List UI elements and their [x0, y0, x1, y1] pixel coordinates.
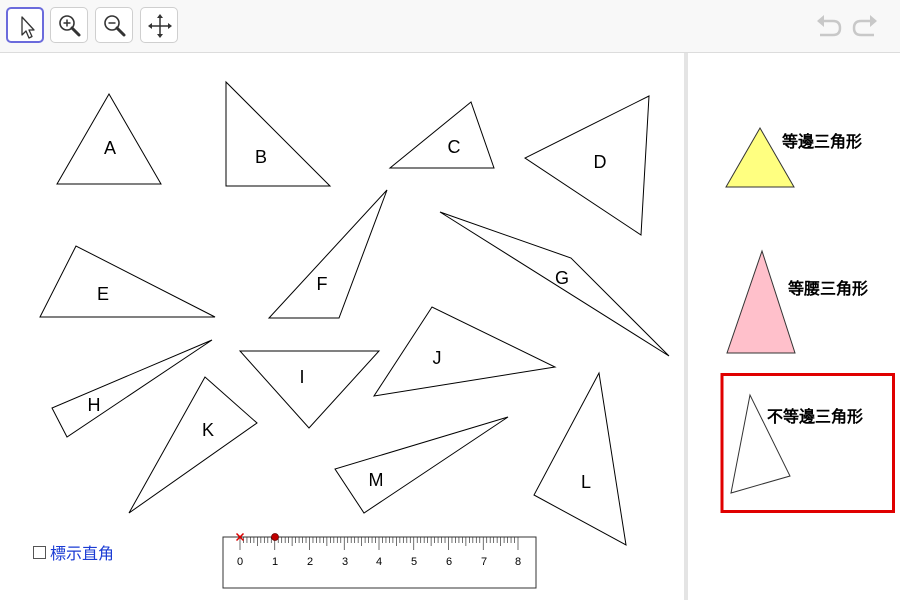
- isosceles-sample-triangle: [726, 249, 796, 354]
- ruler-tick-5: 5: [411, 556, 417, 568]
- triangle-label-I: I: [299, 367, 304, 387]
- ruler-tick-2: 2: [307, 556, 313, 568]
- move-view-button[interactable]: [140, 7, 178, 43]
- ruler-tick-8: 8: [515, 556, 521, 568]
- ruler-tick-0: 0: [237, 556, 243, 568]
- triangle-C[interactable]: [388, 101, 495, 169]
- category-canvas: 等邊三角形 等腰三角形 不等邊三角形: [720, 126, 895, 513]
- ruler-tick-1: 1: [272, 556, 278, 568]
- triangles-canvas: A B C D E F G H I J K L M 0 1 2 3 4 5 6 …: [39, 80, 670, 589]
- zoom-out-icon: [104, 15, 126, 37]
- ruler[interactable]: 0 1 2 3 4 5 6 7 8: [222, 532, 537, 589]
- move-tool-button[interactable]: [6, 7, 44, 43]
- triangle-L[interactable]: [533, 371, 627, 546]
- triangle-label-H: H: [88, 395, 101, 415]
- triangle-label-C: C: [448, 137, 461, 157]
- triangle-label-B: B: [255, 147, 267, 167]
- triangle-label-A: A: [104, 138, 116, 158]
- redo-button[interactable]: [850, 12, 880, 40]
- triangle-label-J: J: [433, 348, 442, 368]
- ruler-tick-3: 3: [342, 556, 348, 568]
- triangle-J[interactable]: [372, 306, 557, 397]
- triangle-label-M: M: [369, 470, 384, 490]
- ruler-tick-6: 6: [446, 556, 452, 568]
- ruler-tick-7: 7: [481, 556, 487, 568]
- category-panel: 等邊三角形 等腰三角形 不等邊三角形: [688, 53, 900, 600]
- zoom-in-button[interactable]: [50, 7, 88, 43]
- triangle-label-E: E: [97, 284, 109, 304]
- zoom-out-button[interactable]: [95, 7, 133, 43]
- equilateral-label: 等邊三角形: [781, 132, 862, 151]
- toolbar: [0, 0, 900, 53]
- scalene-label: 不等邊三角形: [767, 407, 863, 426]
- triangle-B[interactable]: [225, 80, 332, 187]
- triangle-label-D: D: [594, 152, 607, 172]
- cursor-arrow-icon: [21, 16, 35, 39]
- triangle-label-F: F: [317, 274, 328, 294]
- isosceles-label: 等腰三角形: [787, 279, 868, 298]
- triangle-label-G: G: [555, 268, 569, 288]
- undo-button[interactable]: [814, 12, 844, 40]
- triangle-K[interactable]: [128, 376, 258, 514]
- triangle-D[interactable]: [524, 95, 650, 236]
- undo-icon: [817, 15, 842, 37]
- zoom-in-icon: [59, 15, 81, 37]
- mark-right-angle-checkbox[interactable]: 標示直角: [33, 542, 115, 563]
- triangle-F[interactable]: [267, 189, 388, 319]
- triangle-M[interactable]: [334, 416, 509, 514]
- checkbox-box[interactable]: [33, 545, 46, 559]
- triangle-label-L: L: [581, 472, 591, 492]
- ruler-rotate-handle[interactable]: [271, 533, 279, 541]
- checkbox-label: 標示直角: [50, 544, 115, 563]
- triangle-label-K: K: [202, 420, 214, 440]
- graphics-view[interactable]: A B C D E F G H I J K L M 0 1 2 3 4 5 6 …: [0, 53, 684, 600]
- redo-icon: [852, 15, 877, 37]
- move-arrows-icon: [148, 14, 172, 38]
- triangle-I[interactable]: [238, 350, 381, 429]
- triangle-E[interactable]: [39, 245, 216, 318]
- ruler-tick-4: 4: [376, 556, 382, 568]
